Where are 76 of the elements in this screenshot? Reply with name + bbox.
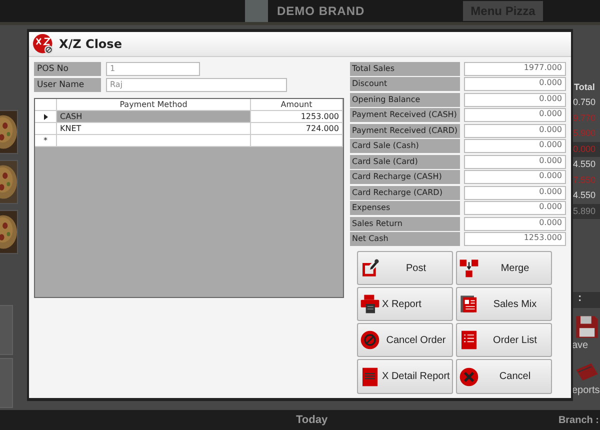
new-row-marker: * [35, 135, 57, 147]
summary-label: Total Sales [350, 62, 460, 76]
action-button[interactable]: Cancel [456, 359, 552, 394]
corner-cell [35, 99, 57, 111]
column-header: Amount [251, 99, 343, 111]
total-cell-text: 0.750 [572, 96, 597, 109]
summary-label: Card Recharge (CARD) [350, 186, 460, 200]
note-pen-icon [360, 258, 380, 278]
column-header: Total [573, 82, 596, 94]
summary-value-field: 0.000 [464, 77, 566, 92]
summary-label: Expenses [350, 201, 460, 216]
action-button[interactable]: X Report [357, 287, 453, 321]
list-icon [459, 330, 479, 350]
printer-icon [360, 294, 380, 314]
merge-icon [459, 258, 479, 278]
summary-label: Sales Return [350, 216, 460, 231]
summary-value-field: 0.000 [464, 108, 566, 122]
input-field[interactable]: 1 [106, 62, 200, 76]
side-panel [0, 305, 13, 355]
table-cell: 724.000 [251, 123, 343, 135]
date-label: Today [296, 414, 328, 426]
separator-text: : [572, 292, 600, 308]
total-cell: 0.000 [572, 142, 600, 157]
summary-value-field: 0.000 [464, 124, 566, 138]
dialog-title: X/Z Close [59, 37, 122, 51]
summary-value-field: 0.000 [464, 216, 566, 231]
summary-label: Card Recharge (CASH) [350, 170, 460, 184]
action-button[interactable]: Order List [456, 323, 552, 357]
summary-label: Opening Balance [350, 92, 460, 107]
document-icon [459, 294, 479, 314]
summary-value-field: 0.000 [464, 201, 566, 216]
summary-value-field: 1977.000 [464, 62, 566, 76]
prohibited-icon [360, 330, 380, 350]
row-header-cell[interactable] [35, 111, 57, 123]
summary-label: Discount [350, 77, 460, 92]
summary-label: Payment Received (CASH) [350, 108, 460, 122]
summary-label: Card Sale (Card) [350, 154, 460, 169]
total-cell-text: 7.550 [572, 174, 597, 186]
field-label: POS No [34, 62, 101, 76]
reports-button[interactable]: eports [572, 359, 600, 396]
total-cell: 5.890 [572, 204, 600, 219]
table-cell[interactable] [57, 135, 251, 147]
total-cell-text: 4.550 [572, 189, 597, 202]
summary-value-field: 0.000 [464, 154, 566, 169]
summary-label: Net Cash [350, 232, 460, 246]
summary-value-field: 0.000 [464, 170, 566, 184]
action-button[interactable]: Cancel Order [357, 323, 453, 357]
table-cell[interactable] [251, 135, 343, 147]
table-cell[interactable]: KNET [57, 123, 251, 135]
logo-icon [33, 34, 54, 54]
header-block [245, 0, 268, 22]
close-icon [459, 366, 479, 386]
row-header-cell[interactable] [35, 123, 57, 135]
summary-value-field: 0.000 [464, 139, 566, 154]
action-button[interactable]: Post [357, 251, 453, 285]
branch-label: Branch : [558, 414, 599, 426]
action-button[interactable]: Merge [456, 251, 552, 285]
report-icon [360, 366, 380, 386]
action-button[interactable]: Sales Mix [456, 287, 552, 321]
table-cell[interactable]: CASH [57, 111, 251, 123]
summary-value-field: 0.000 [464, 186, 566, 200]
side-panel [0, 358, 13, 408]
total-cell-text: 9.770 [572, 112, 597, 124]
input-field[interactable]: Raj [106, 78, 287, 92]
summary-value-field: 1253.000 [464, 232, 566, 246]
table-cell: 1253.000 [251, 111, 343, 123]
field-label: User Name [34, 78, 101, 92]
action-button[interactable]: X Detail Report [357, 359, 453, 394]
summary-label: Payment Received (CARD) [350, 124, 460, 138]
summary-value-field: 0.000 [464, 92, 566, 107]
save-button[interactable]: ave [572, 314, 600, 351]
summary-label: Card Sale (Cash) [350, 139, 460, 154]
total-cell-text: 5.900 [572, 127, 597, 140]
brand-name: DEMO BRAND [277, 4, 365, 18]
total-cell-text: 4.550 [572, 158, 597, 171]
column-header: Payment Method [57, 99, 251, 111]
